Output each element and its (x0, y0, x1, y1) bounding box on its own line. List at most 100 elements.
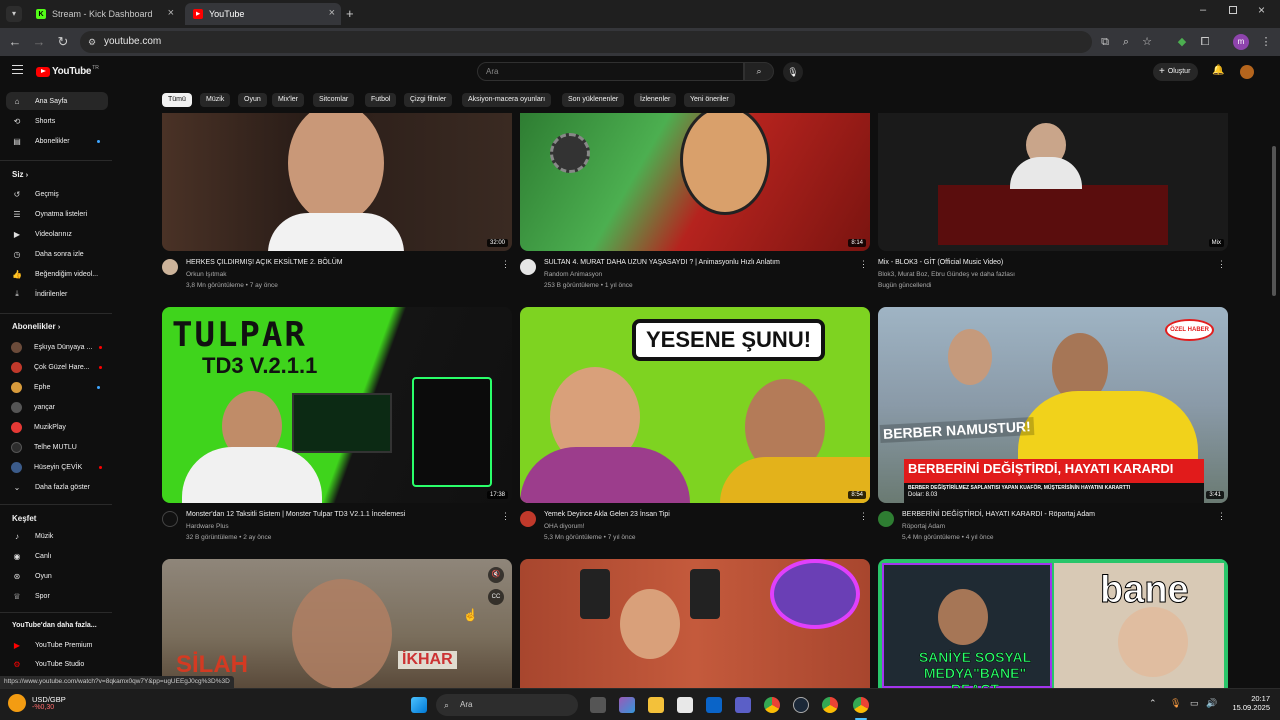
tray-chevron-icon[interactable]: ⌃ (1149, 698, 1157, 709)
video-thumbnail[interactable]: 8:14 (520, 113, 870, 251)
tab-kick-dashboard[interactable]: K Stream - Kick Dashboard × (28, 3, 180, 25)
video-thumbnail[interactable]: TULPAR TD3 V.2.1.1 17:38 (162, 307, 512, 503)
video-title[interactable]: Monster'dan 12 Taksitli Sistem | Monster… (186, 511, 405, 518)
sidebar-subscription[interactable]: Eşkıya Dünyaya ... (6, 338, 108, 356)
video-card[interactable]: TULPAR TD3 V.2.1.1 17:38 Monster'dan 12 … (162, 307, 512, 541)
voice-search-button[interactable]: 🎙 (783, 62, 803, 82)
tab-youtube[interactable]: ▶ YouTube × (185, 3, 341, 25)
video-card[interactable]: 32:00 HERKES ÇILDIRMIŞ! AÇIK EKSİLTME 2.… (162, 113, 512, 289)
sidebar-subscription[interactable]: MuzikPlay (6, 418, 108, 436)
captions-icon[interactable]: CC (488, 589, 504, 605)
display-icon[interactable]: ▭ (1190, 698, 1199, 709)
chrome-active-icon[interactable] (853, 697, 869, 713)
channel-name[interactable]: Random Animasyon (544, 271, 602, 278)
chip[interactable]: Mix'ler (272, 93, 305, 107)
sidebar-item-watch-later[interactable]: ◷ Daha sonra izle (6, 245, 108, 263)
sidebar-subscription[interactable]: Hüseyin ÇEVİK (6, 458, 108, 476)
chip[interactable]: Son yüklenenler (562, 93, 625, 107)
taskbar-search[interactable]: ⌕ Ara (436, 694, 578, 716)
video-title[interactable]: Mix - BLOK3 - GİT (Official Music Video) (878, 259, 1003, 266)
close-icon[interactable]: × (168, 7, 174, 19)
search-button[interactable]: ⌕ (744, 62, 774, 81)
video-card[interactable]: bane SANİYE SOSYAL MEDYA"BANE" REACT (878, 559, 1228, 688)
copilot-icon[interactable] (619, 697, 635, 713)
video-thumbnail[interactable]: YESENE ŞUNU! 8:54 (520, 307, 870, 503)
sidebar-item-downloads[interactable]: ⤓ İndirilenler (6, 285, 108, 303)
sidebar-item-sports[interactable]: ♕ Spor (6, 587, 108, 605)
video-title[interactable]: SULTAN 4. MURAT DAHA UZUN YAŞASAYDI ? | … (544, 259, 780, 266)
store-icon[interactable] (677, 697, 693, 713)
outlook-icon[interactable] (706, 697, 722, 713)
search-input[interactable]: Ara (477, 62, 744, 81)
tab-search-button[interactable]: ▾ (6, 6, 22, 22)
windows-start-icon[interactable] (411, 697, 427, 713)
sidebar-subscriptions-header[interactable]: Abonelikler › (12, 322, 60, 331)
sidebar-item-home[interactable]: ⌂ Ana Sayfa (6, 92, 108, 110)
chip[interactable]: İzlenenler (634, 93, 677, 107)
more-options-icon[interactable]: ⋮ (1217, 511, 1226, 522)
sidebar-item-history[interactable]: ↺ Geçmiş (6, 185, 108, 203)
file-explorer-icon[interactable] (648, 697, 664, 713)
sidebar-item-studio[interactable]: ⚙ YouTube Studio (6, 655, 108, 673)
close-icon[interactable]: × (329, 7, 335, 19)
channel-avatar[interactable] (878, 511, 894, 527)
sidebar-item-music[interactable]: ♪ Müzik (6, 527, 108, 545)
more-options-icon[interactable]: ⋮ (859, 511, 868, 522)
sidebar-subscription[interactable]: Telhe MUTLU (6, 438, 108, 456)
sidebar-item-gaming[interactable]: ⊛ Oyun (6, 567, 108, 585)
sidebar-item-shorts[interactable]: ⟲ Shorts (6, 112, 108, 130)
channel-name[interactable]: Orkun Işıtmak (186, 271, 226, 278)
video-thumbnail[interactable]: SİLAH İKHAR 🔇 CC (162, 559, 512, 688)
create-button[interactable]: + Oluştur (1153, 63, 1199, 81)
browser-menu-icon[interactable]: ⋮ (1258, 34, 1274, 50)
video-thumbnail[interactable]: bane SANİYE SOSYAL MEDYA"BANE" REACT (878, 559, 1228, 688)
sidebar-item-premium[interactable]: ▶ YouTube Premium (6, 636, 108, 654)
chrome-icon[interactable] (764, 697, 780, 713)
steam-icon[interactable] (793, 697, 809, 713)
forward-icon[interactable]: → (31, 34, 47, 50)
bookmark-star-icon[interactable]: ☆ (1139, 34, 1155, 50)
chip[interactable]: Müzik (200, 93, 231, 107)
reload-icon[interactable]: ↻ (55, 34, 71, 50)
channel-avatar[interactable] (162, 259, 178, 275)
mute-icon[interactable]: 🔇 (488, 567, 504, 583)
video-title[interactable]: HERKES ÇILDIRMIŞ! AÇIK EKSİLTME 2. BÖLÜM (186, 259, 343, 266)
sidebar-item-live[interactable]: ◉ Canlı (6, 547, 108, 565)
youtube-logo[interactable]: YouTube TR (36, 65, 99, 77)
clock[interactable]: 20:17 15.09.2025 (1226, 694, 1270, 712)
video-title[interactable]: BERBERİNİ DEĞİŞTİRDİ, HAYATI KARARDI - R… (902, 511, 1095, 518)
close-window-icon[interactable]: × (1258, 3, 1265, 17)
chip[interactable]: Oyun (238, 93, 267, 107)
more-options-icon[interactable]: ⋮ (501, 511, 510, 522)
notifications-bell-icon[interactable]: 🔔 (1212, 65, 1224, 76)
channel-name[interactable]: Hardware Plus (186, 523, 229, 530)
chip[interactable]: Aksiyon-macera oyunları (462, 93, 552, 107)
sidebar-subscription[interactable]: yançar (6, 398, 108, 416)
sidebar-item-liked[interactable]: 👍 Beğendiğim videol... (6, 265, 108, 283)
channel-name[interactable]: Blok3, Murat Boz, Ebru Gündeş ve daha fa… (878, 271, 1015, 278)
chip[interactable]: Yeni öneriler (684, 93, 735, 107)
chrome-profile-icon[interactable] (822, 697, 838, 713)
microphone-icon[interactable]: 🎙 (1170, 698, 1181, 709)
more-options-icon[interactable]: ⋮ (859, 259, 868, 270)
video-card[interactable]: 8:14 SULTAN 4. MURAT DAHA UZUN YAŞASAYDI… (520, 113, 870, 289)
sidebar-item-playlists[interactable]: ☰ Oynatma listeleri (6, 205, 108, 223)
video-title[interactable]: Yemek Deyince Akla Gelen 23 İnsan Tipi (544, 511, 670, 518)
video-card[interactable]: YESENE ŞUNU! 8:54 Yemek Deyince Akla Gel… (520, 307, 870, 541)
video-thumbnail[interactable]: 32:00 (162, 113, 512, 251)
extensions-puzzle-icon[interactable]: ⧠ (1197, 34, 1213, 50)
address-bar[interactable]: ⚙ youtube.com (80, 31, 1092, 53)
minimize-icon[interactable]: – (1200, 4, 1206, 16)
menu-icon[interactable] (12, 65, 23, 74)
weather-widget[interactable]: USD/GBP -%0,30 (8, 694, 66, 712)
video-card[interactable]: ÖZEL HABER BERBER NAMUSTUR! BERBERİNİ DE… (878, 307, 1228, 541)
profile-avatar[interactable]: m (1233, 34, 1249, 50)
extension-icon[interactable]: ◆ (1174, 34, 1190, 50)
video-thumbnail[interactable]: Mix (878, 113, 1228, 251)
install-app-icon[interactable]: ⧉ (1097, 34, 1113, 50)
sidebar-subscription[interactable]: Çok Güzel Hare... (6, 358, 108, 376)
video-card[interactable]: SİLAH İKHAR 🔇 CC (162, 559, 512, 688)
volume-icon[interactable]: 🔊 (1206, 698, 1217, 709)
video-card[interactable]: Mix Mix - BLOK3 - GİT (Official Music Vi… (878, 113, 1228, 289)
teams-icon[interactable] (735, 697, 751, 713)
